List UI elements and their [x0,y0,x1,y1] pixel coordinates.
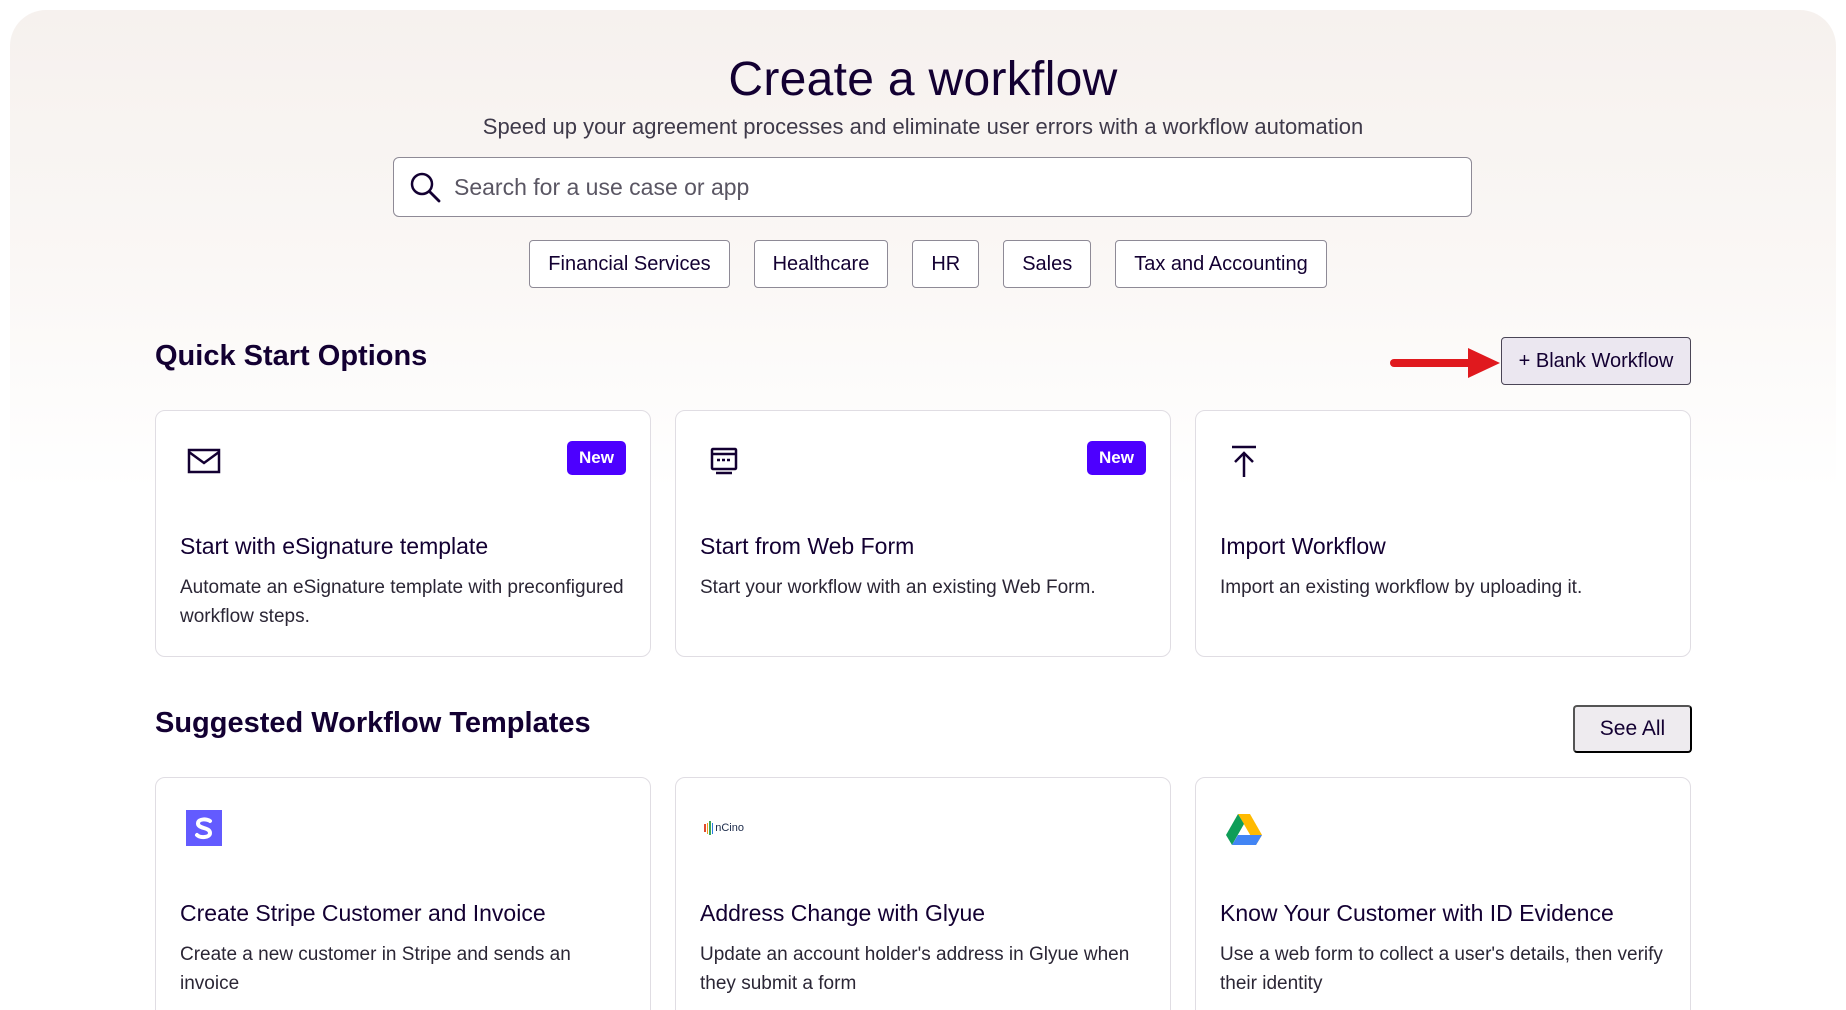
search-icon [410,172,441,203]
card-description: Create a new customer in Stripe and send… [180,944,571,994]
search-box[interactable] [393,157,1472,217]
page-container: Create a workflow Speed up your agreemen… [10,10,1836,1010]
chip-sales[interactable]: Sales [1003,240,1092,288]
search-input[interactable] [454,173,1434,201]
card-description: Automate an eSignature template with pre… [180,577,624,627]
envelope-icon [187,448,221,474]
upload-icon [1232,445,1256,477]
card-description: Update an account holder's address in Gl… [700,944,1130,994]
google-drive-icon [1226,814,1262,845]
annotation-arrow-icon [1390,348,1500,378]
card-description: Import an existing workflow by uploading… [1220,577,1583,598]
suggested-templates-heading: Suggested Workflow Templates [155,707,591,739]
chip-financial-services[interactable]: Financial Services [529,240,730,288]
ncino-logo-icon: nCino [704,808,744,848]
card-title: Know Your Customer with ID Evidence [1220,900,1614,926]
card-title: Start from Web Form [700,533,915,559]
quick-start-heading: Quick Start Options [155,340,428,372]
new-badge: New [1087,441,1146,475]
template-card-kyc[interactable]: Know Your Customer with ID Evidence Use … [1195,777,1691,1010]
page-subtitle: Speed up your agreement processes and el… [482,114,1364,139]
card-title: Address Change with Glyue [700,900,986,926]
stripe-logo-icon [186,810,222,846]
template-card-glyue[interactable]: nCino Address Change with Glyue Update a… [675,777,1171,1010]
chip-tax-and-accounting[interactable]: Tax and Accounting [1115,240,1327,288]
card-description: Use a web form to collect a user's detai… [1220,944,1663,994]
chip-hr[interactable]: HR [912,240,980,288]
quick-start-card-web-form[interactable]: New Start from Web Form Start your workf… [675,410,1171,657]
card-description: Start your workflow with an existing Web… [700,577,1096,598]
quick-start-card-esignature[interactable]: New Start with eSignature template Autom… [155,410,651,657]
blank-workflow-button[interactable]: + Blank Workflow [1501,337,1691,385]
new-badge: New [567,441,626,475]
category-chips: Financial Services Healthcare HR Sales T… [10,240,1836,288]
web-form-icon [710,447,738,475]
template-card-stripe[interactable]: Create Stripe Customer and Invoice Creat… [155,777,651,1010]
see-all-button[interactable]: See All [1573,705,1692,753]
card-title: Start with eSignature template [180,533,489,559]
page-title: Create a workflow [728,53,1118,106]
quick-start-card-import[interactable]: Import Workflow Import an existing workf… [1195,410,1691,657]
chip-healthcare[interactable]: Healthcare [753,240,889,288]
ncino-logo-text: nCino [715,822,744,834]
card-title: Create Stripe Customer and Invoice [180,900,546,926]
card-title: Import Workflow [1220,533,1386,559]
